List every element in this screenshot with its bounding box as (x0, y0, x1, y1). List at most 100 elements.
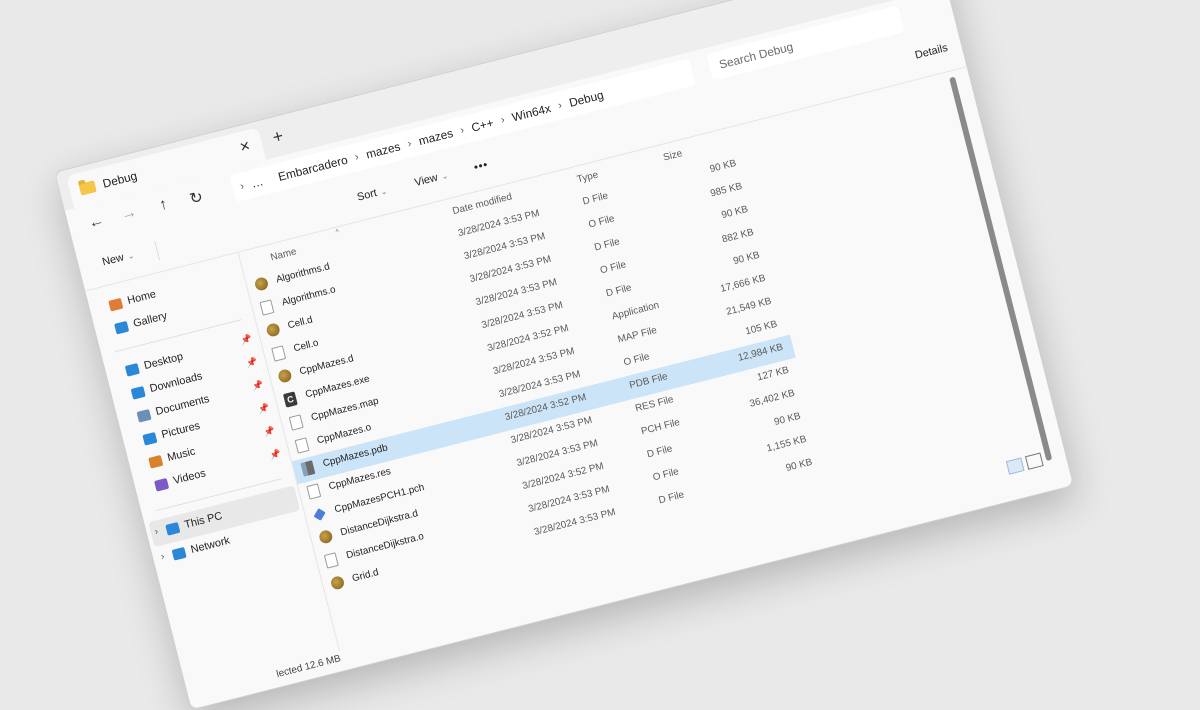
breadcrumb-chevron-icon: › (556, 99, 564, 112)
sidebar-item-label: Desktop (142, 350, 185, 373)
back-arrow-icon[interactable]: ← (85, 211, 109, 233)
file-type: D File (593, 236, 621, 254)
refresh-icon[interactable]: ↻ (184, 186, 208, 210)
file-type: D File (581, 190, 610, 208)
generic-file-icon (306, 483, 322, 500)
pdb-file-icon (300, 460, 316, 477)
column-header-type[interactable]: Type (576, 170, 599, 186)
new-tab-button[interactable]: + (270, 126, 285, 149)
new-button[interactable]: New⌄ (101, 249, 136, 269)
sidebar-item-downloads[interactable]: Downloads (130, 370, 204, 400)
breadcrumb-cpp[interactable]: C++ (470, 116, 495, 135)
details-button[interactable]: Details (914, 42, 949, 62)
file-type: D File (604, 282, 633, 300)
file-type: RES File (634, 394, 675, 415)
file-explorer-window: Debug ✕ + ← → ↑ ↻ › … Embarcadero › maze… (54, 0, 1075, 710)
chevron-right-icon[interactable]: › (160, 551, 166, 562)
chevron-down-icon: ⌄ (379, 186, 389, 197)
file-type: O File (587, 213, 616, 231)
more-options-icon[interactable]: ••• (473, 159, 490, 174)
videos-icon (153, 477, 170, 492)
generic-file-icon (288, 414, 304, 431)
sidebar-item-videos[interactable]: Videos (153, 467, 207, 492)
divider (154, 241, 161, 261)
breadcrumb-chevron-icon: › (406, 137, 413, 150)
sidebar-item-gallery[interactable]: Gallery (113, 309, 169, 335)
downloads-icon (130, 385, 146, 400)
view-label: View (413, 171, 439, 189)
gallery-icon (113, 320, 130, 335)
pin-icon: 📌 (268, 448, 282, 461)
network-icon (171, 546, 187, 561)
file-type: O File (622, 351, 651, 369)
sidebar-item-label: Pictures (160, 419, 202, 442)
breadcrumb-chevron-icon: › (353, 150, 361, 164)
breadcrumb-chevron-icon: › (499, 113, 507, 127)
sort-label: Sort (355, 187, 379, 204)
column-header-size[interactable]: Size (662, 148, 683, 163)
up-arrow-icon[interactable]: ↑ (152, 194, 176, 216)
chevron-down-icon: ⌄ (440, 171, 450, 182)
file-type: D File (657, 489, 686, 507)
d-file-icon (318, 529, 334, 545)
file-name: Cell.o (292, 337, 320, 355)
sort-button[interactable]: Sort⌄ (355, 185, 389, 204)
sidebar-item-home[interactable]: Home (108, 288, 158, 312)
breadcrumb-mazes-2[interactable]: mazes (417, 126, 454, 148)
breadcrumb-overflow[interactable]: … (250, 174, 265, 190)
generic-file-icon (271, 345, 287, 362)
sidebar-item-label: Gallery (132, 309, 169, 330)
sidebar-item-label: Documents (154, 392, 211, 419)
sidebar-item-label: Downloads (148, 370, 204, 396)
breadcrumb-win64x[interactable]: Win64x (511, 101, 553, 124)
tiles-view-icon[interactable] (1024, 452, 1044, 470)
documents-icon (136, 408, 152, 423)
breadcrumb-debug[interactable]: Debug (568, 88, 605, 110)
file-type: D File (645, 443, 674, 461)
application-icon: C (282, 391, 298, 408)
d-file-icon (265, 322, 281, 338)
music-icon (148, 454, 164, 469)
sidebar-item-label: Network (189, 534, 232, 556)
sidebar-item-desktop[interactable]: Desktop (124, 350, 185, 377)
file-type: PDB File (628, 371, 669, 392)
sidebar-item-pictures[interactable]: Pictures (142, 420, 201, 446)
file-name: Grid.d (351, 567, 380, 585)
tab-title: Debug (101, 168, 139, 191)
pch-file-icon (313, 508, 326, 521)
new-label: New (101, 251, 126, 269)
pin-icon: 📌 (245, 356, 259, 369)
breadcrumb-chevron-icon: › (458, 124, 466, 137)
file-type: PCH File (640, 417, 682, 438)
pin-icon: 📌 (239, 333, 253, 346)
pin-icon: 📌 (251, 379, 265, 392)
sidebar-item-music[interactable]: Music (148, 446, 197, 469)
sidebar-item-label: Videos (172, 467, 207, 488)
generic-file-icon (323, 552, 339, 569)
forward-arrow-icon[interactable]: → (117, 203, 141, 225)
folder-icon (78, 180, 97, 196)
breadcrumb-embarcadero[interactable]: Embarcadero (277, 153, 349, 184)
sort-ascending-icon: ^ (334, 227, 341, 237)
desktop-icon (124, 362, 140, 377)
file-type: O File (599, 259, 628, 277)
breadcrumb-chevron-icon: › (238, 180, 246, 193)
file-type: O File (651, 466, 680, 484)
column-header-name[interactable]: Name (269, 246, 297, 263)
close-tab-icon[interactable]: ✕ (238, 138, 252, 156)
chevron-down-icon: ⌄ (126, 250, 136, 262)
sidebar-item-label: Home (126, 288, 158, 307)
d-file-icon (277, 368, 293, 384)
generic-file-icon (294, 437, 310, 454)
file-type: MAP File (616, 325, 659, 346)
generic-file-icon (259, 299, 275, 316)
pictures-icon (142, 431, 158, 446)
view-button[interactable]: View⌄ (413, 169, 449, 189)
breadcrumb-mazes[interactable]: mazes (365, 139, 402, 161)
sidebar-item-documents[interactable]: Documents (136, 392, 211, 423)
pin-icon: 📌 (262, 425, 277, 438)
pin-icon: 📌 (257, 402, 271, 415)
home-icon (108, 297, 124, 312)
d-file-icon (329, 575, 346, 591)
d-file-icon (253, 276, 270, 292)
